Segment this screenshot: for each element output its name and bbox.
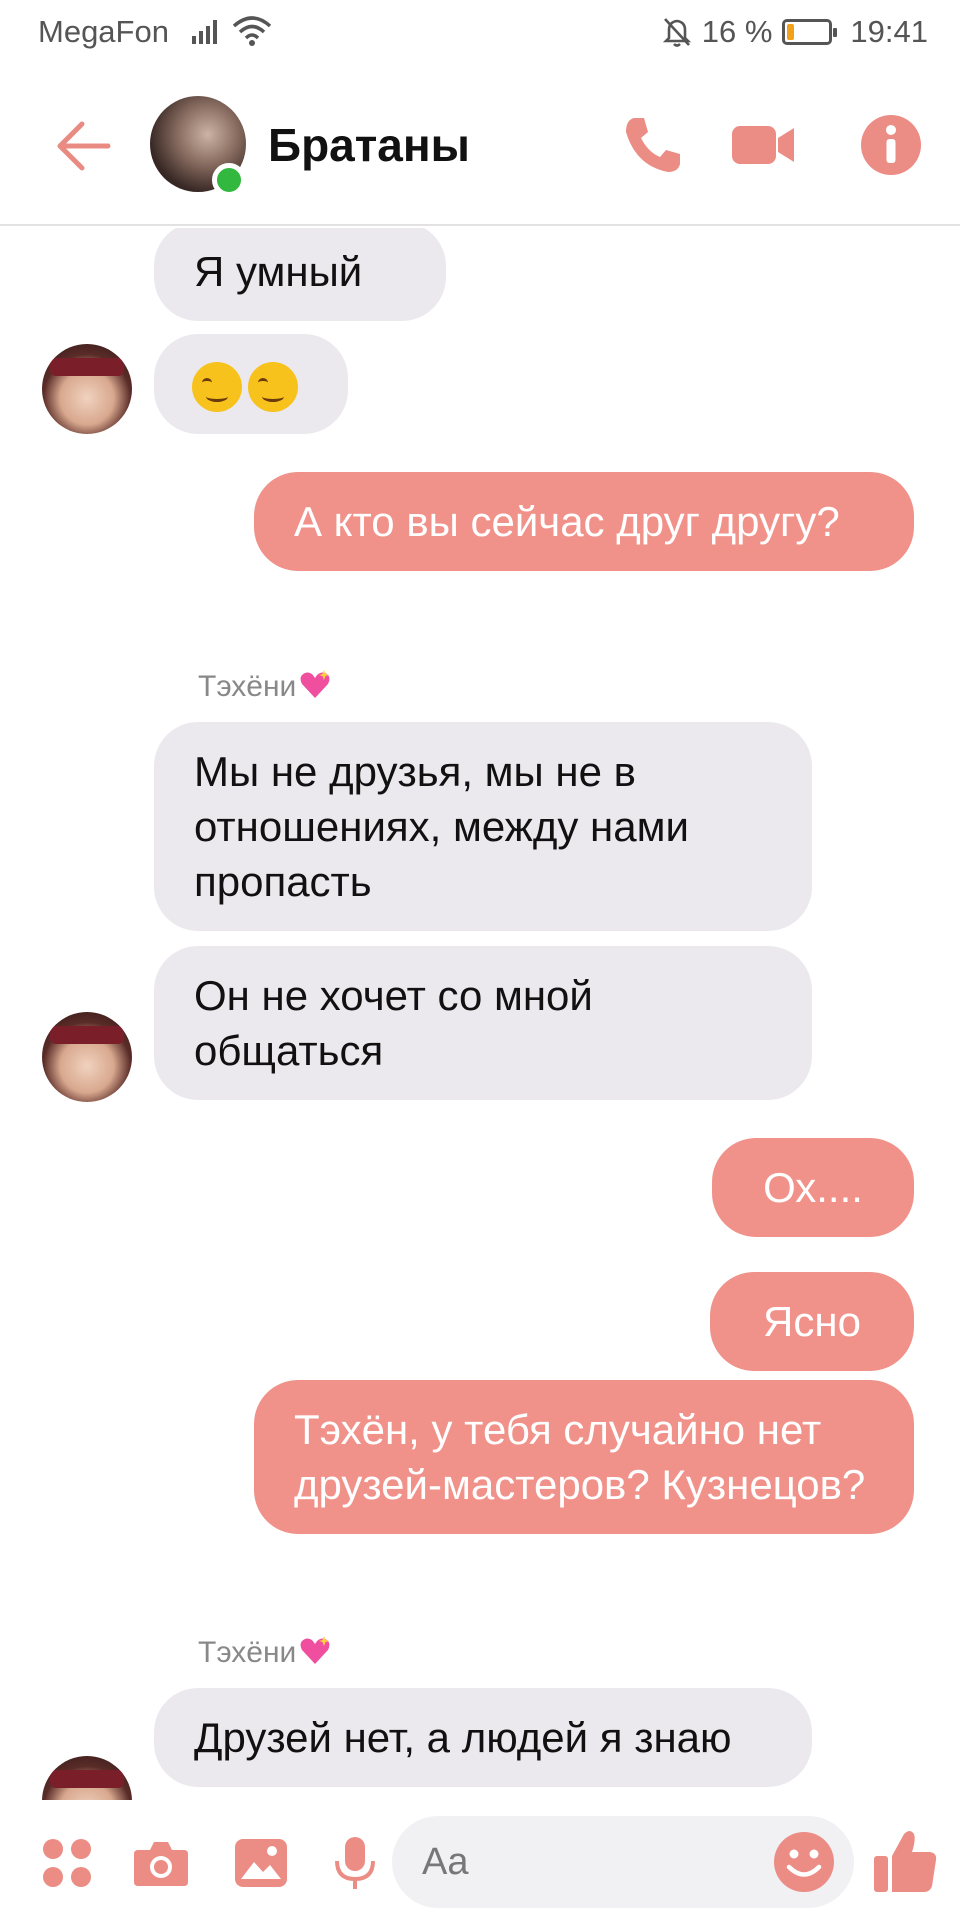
sparkling-heart-icon <box>300 1636 330 1664</box>
message-bubble[interactable] <box>154 334 348 434</box>
apps-icon[interactable] <box>38 1834 96 1892</box>
message-text: А кто вы сейчас друг другу? <box>294 498 840 545</box>
sender-name: Тэхёни <box>198 668 332 704</box>
message-text: Друзей нет, а людей я знаю <box>194 1714 732 1761</box>
wifi-icon <box>232 16 272 46</box>
info-icon[interactable] <box>858 112 924 178</box>
sender-label: Тэхёни <box>198 670 297 703</box>
message-text: Мы не друзья, мы не в отношениях, между … <box>194 748 689 905</box>
sparkling-heart-icon <box>300 670 330 698</box>
woozy-face-emoji-icon <box>248 361 298 412</box>
microphone-icon[interactable] <box>326 1834 384 1892</box>
message-list[interactable]: Я умный А кто вы сейчас друг другу? Тэхё… <box>0 228 960 1800</box>
emoji-icon[interactable] <box>772 1830 836 1894</box>
battery-icon <box>782 19 838 45</box>
message-bubble[interactable]: Ох.... <box>712 1138 914 1237</box>
sender-label: Тэхёни <box>198 1636 297 1669</box>
message-input-container[interactable] <box>392 1816 854 1908</box>
message-bubble[interactable]: Друзей нет, а людей я знаю <box>154 1688 812 1787</box>
signal-icon <box>192 20 217 44</box>
carrier-name: MegaFon <box>38 14 169 49</box>
message-bubble[interactable]: Он не хочет со мной общаться <box>154 946 812 1100</box>
back-arrow-icon[interactable] <box>52 116 112 176</box>
message-text: Он не хочет со мной общаться <box>194 972 593 1074</box>
gallery-icon[interactable] <box>232 1834 290 1892</box>
chat-title[interactable]: Братаны <box>268 118 470 172</box>
composer-bar <box>0 1800 960 1920</box>
camera-icon[interactable] <box>132 1834 190 1892</box>
clock: 19:41 <box>850 14 928 49</box>
sender-name: Тэхёни <box>198 1634 332 1670</box>
message-text: Ох.... <box>763 1164 863 1211</box>
battery-percent: 16 % <box>701 14 773 49</box>
contact-avatar[interactable] <box>42 1012 132 1102</box>
message-input[interactable] <box>422 1838 722 1886</box>
thumbs-up-icon[interactable] <box>870 1826 940 1896</box>
message-text: Я умный <box>194 248 363 295</box>
battery-fill <box>787 24 795 40</box>
message-bubble[interactable]: А кто вы сейчас друг другу? <box>254 472 914 571</box>
status-bar: MegaFon 16 % 19:41 <box>0 0 960 66</box>
chat-header: Братаны <box>0 66 960 226</box>
message-bubble[interactable]: Тэхён, у тебя случайно нет друзей-мастер… <box>254 1380 914 1534</box>
mute-bell-icon <box>662 18 691 47</box>
phone-icon[interactable] <box>620 112 686 178</box>
message-text: Тэхён, у тебя случайно нет друзей-мастер… <box>294 1406 866 1508</box>
online-indicator <box>212 163 246 197</box>
video-camera-icon[interactable] <box>730 112 796 178</box>
message-bubble[interactable]: Ясно <box>710 1272 914 1371</box>
message-bubble[interactable]: Я умный <box>154 228 446 321</box>
status-right: 16 % 19:41 <box>662 14 928 50</box>
woozy-face-emoji-icon <box>192 361 242 412</box>
message-text: Ясно <box>763 1298 861 1345</box>
message-bubble[interactable]: Мы не друзья, мы не в отношениях, между … <box>154 722 812 931</box>
contact-avatar[interactable] <box>42 344 132 434</box>
contact-avatar[interactable] <box>42 1756 132 1800</box>
